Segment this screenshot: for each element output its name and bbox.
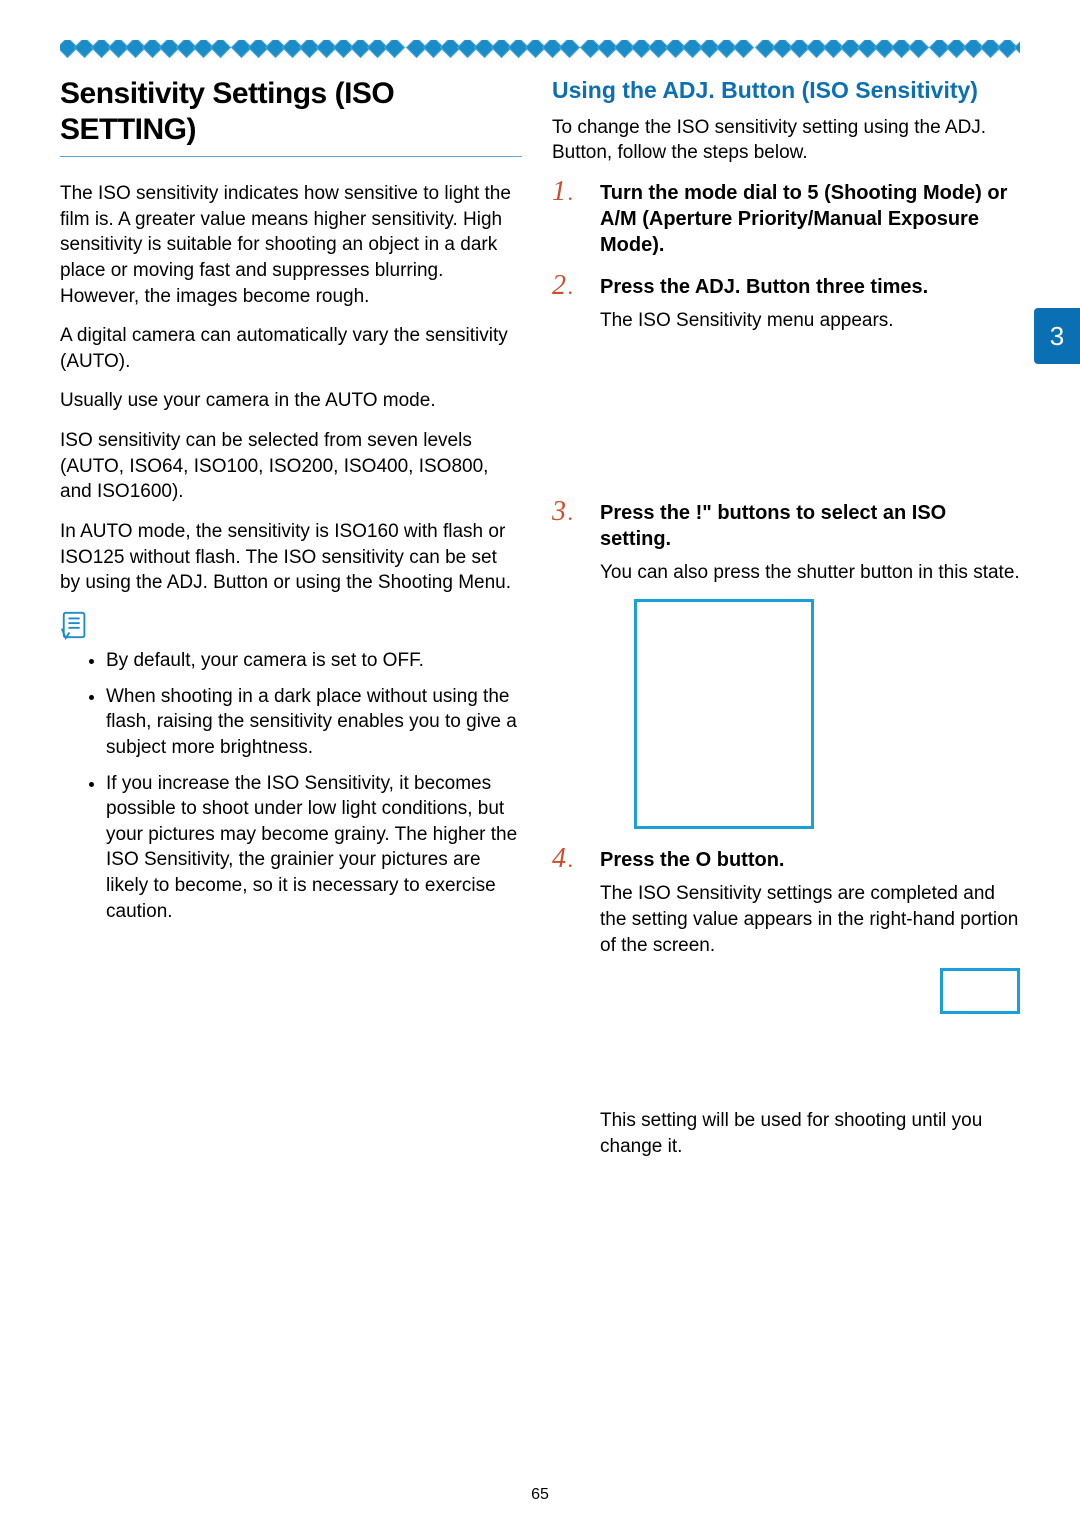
intro-paragraph-3: Usually use your camera in the AUTO mode… bbox=[60, 388, 522, 414]
intro-paragraph-4: ISO sensitivity can be selected from sev… bbox=[60, 428, 522, 505]
step-title: Press the !" buttons to select an ISO se… bbox=[600, 500, 1020, 552]
step-title: Press the O button. bbox=[600, 847, 1020, 873]
page: 3 Sensitivity Settings (ISO SETTING) The… bbox=[0, 0, 1080, 1528]
indicator-screenshot-placeholder bbox=[940, 968, 1020, 1014]
spacer bbox=[600, 1020, 1020, 1100]
section-title-block: Sensitivity Settings (ISO SETTING) bbox=[60, 76, 522, 157]
step-1: 1. Turn the mode dial to 5 (Shooting Mod… bbox=[552, 180, 1020, 258]
closing-note: This setting will be used for shooting u… bbox=[600, 1108, 1020, 1159]
note-icon bbox=[60, 610, 90, 640]
menu-screenshot-placeholder bbox=[634, 599, 814, 829]
step-number: 1. bbox=[552, 176, 574, 208]
step-body: You can also press the shutter button in… bbox=[600, 560, 1020, 586]
step-list: 1. Turn the mode dial to 5 (Shooting Mod… bbox=[552, 180, 1020, 1159]
screenshot-placeholder-gap bbox=[600, 334, 1020, 484]
step-4: 4. Press the O button. The ISO Sensitivi… bbox=[552, 847, 1020, 1159]
step-number: 3. bbox=[552, 496, 574, 528]
right-column: Using the ADJ. Button (ISO Sensitivity) … bbox=[552, 76, 1020, 1176]
intro-paragraph-1: The ISO sensitivity indicates how sensit… bbox=[60, 181, 522, 309]
page-number: 65 bbox=[0, 1486, 1080, 1504]
subsection-heading: Using the ADJ. Button (ISO Sensitivity) bbox=[552, 76, 1020, 105]
section-title: Sensitivity Settings (ISO SETTING) bbox=[60, 76, 522, 148]
mode-dial-glyph: 5 bbox=[807, 182, 818, 204]
left-column: Sensitivity Settings (ISO SETTING) The I… bbox=[60, 76, 522, 1176]
ok-button-glyph: O bbox=[696, 849, 712, 871]
note-bullet-item: If you increase the ISO Sensitivity, it … bbox=[106, 771, 522, 925]
step-number: 2. bbox=[552, 270, 574, 302]
note-bullet-list: By default, your camera is set to OFF. W… bbox=[106, 648, 522, 924]
note-bullet-item: By default, your camera is set to OFF. bbox=[106, 648, 522, 674]
decorative-diamond-row bbox=[60, 40, 1020, 58]
intro-paragraph-5: In AUTO mode, the sensitivity is ISO160 … bbox=[60, 519, 522, 596]
step-title: Turn the mode dial to 5 (Shooting Mode) … bbox=[600, 180, 1020, 258]
two-column-layout: Sensitivity Settings (ISO SETTING) The I… bbox=[60, 76, 1020, 1176]
step-3: 3. Press the !" buttons to select an ISO… bbox=[552, 500, 1020, 830]
arrow-buttons-glyph: !" bbox=[696, 502, 712, 524]
step-number: 4. bbox=[552, 843, 574, 875]
intro-paragraph-2: A digital camera can automatically vary … bbox=[60, 323, 522, 374]
step-body: The ISO Sensitivity menu appears. bbox=[600, 308, 1020, 334]
step-body: The ISO Sensitivity settings are complet… bbox=[600, 881, 1020, 958]
note-bullet-item: When shooting in a dark place without us… bbox=[106, 684, 522, 761]
chapter-tab-number: 3 bbox=[1050, 321, 1064, 352]
step-2: 2. Press the ADJ. Button three times. Th… bbox=[552, 274, 1020, 484]
subsection-intro: To change the ISO sensitivity setting us… bbox=[552, 115, 1020, 166]
step-title: Press the ADJ. Button three times. bbox=[600, 274, 1020, 300]
chapter-tab: 3 bbox=[1034, 308, 1080, 364]
